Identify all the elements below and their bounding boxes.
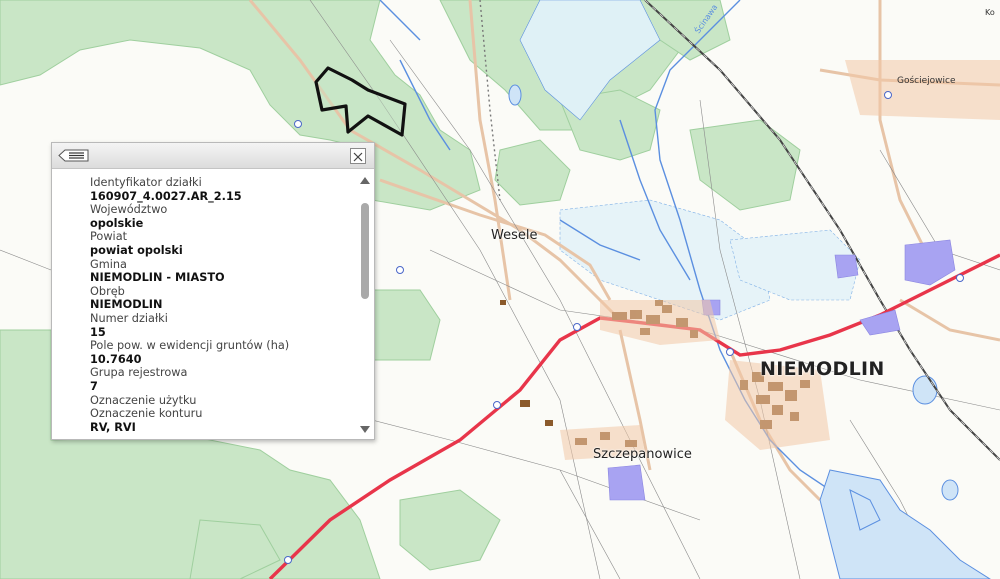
village-label-szczepanowice: Szczepanowice [593, 447, 692, 462]
attr-value-voivodeship: opolskie [90, 216, 144, 230]
scroll-down-arrow[interactable] [360, 426, 370, 433]
attr-label-precinct: Obręb [90, 284, 125, 298]
attr-label-land-use: Oznaczenie użytku [90, 393, 197, 407]
list-back-icon [58, 149, 89, 162]
attr-value-contour: RV, RVI [90, 420, 136, 434]
attr-value-county: powiat opolski [90, 243, 183, 257]
attr-label-voivodeship: Województwo [90, 203, 168, 217]
attr-label-contour: Oznaczenie konturu [90, 407, 203, 421]
corner-label: Ko [985, 8, 995, 17]
village-label-gosciejowice: Gościejowice [897, 76, 956, 86]
attr-value-area: 10.7640 [90, 352, 142, 366]
parcel-attributes: Identyfikator działki 160907_4.0027.AR_2… [52, 170, 356, 435]
attr-value-parcel-number: 15 [90, 325, 106, 339]
close-icon [353, 152, 363, 162]
attr-value-register-group: 7 [90, 379, 98, 393]
attr-label-parcel-number: Numer działki [90, 311, 168, 325]
attr-label-register-group: Grupa rejestrowa [90, 366, 188, 380]
attr-label-county: Powiat [90, 230, 128, 244]
town-label-niemodlin: NIEMODLIN [760, 358, 885, 380]
attr-label-commune: Gmina [90, 257, 127, 271]
popup-scrollbar[interactable] [358, 173, 372, 435]
popup-header [52, 143, 374, 169]
close-button[interactable] [350, 148, 366, 164]
village-label-wesele: Wesele [491, 228, 538, 243]
scroll-up-arrow[interactable] [360, 177, 370, 184]
attr-label-area: Pole pow. w ewidencji gruntów (ha) [90, 339, 290, 353]
attr-value-commune: NIEMODLIN - MIASTO [90, 271, 225, 285]
scroll-thumb[interactable] [361, 203, 369, 299]
list-toggle-button[interactable] [58, 147, 90, 164]
attr-label-identifier: Identyfikator działki [90, 176, 202, 189]
attr-value-precinct: NIEMODLIN [90, 298, 163, 312]
attr-value-identifier: 160907_4.0027.AR_2.15 [90, 189, 242, 203]
parcel-info-popup: Identyfikator działki 160907_4.0027.AR_2… [51, 142, 375, 440]
